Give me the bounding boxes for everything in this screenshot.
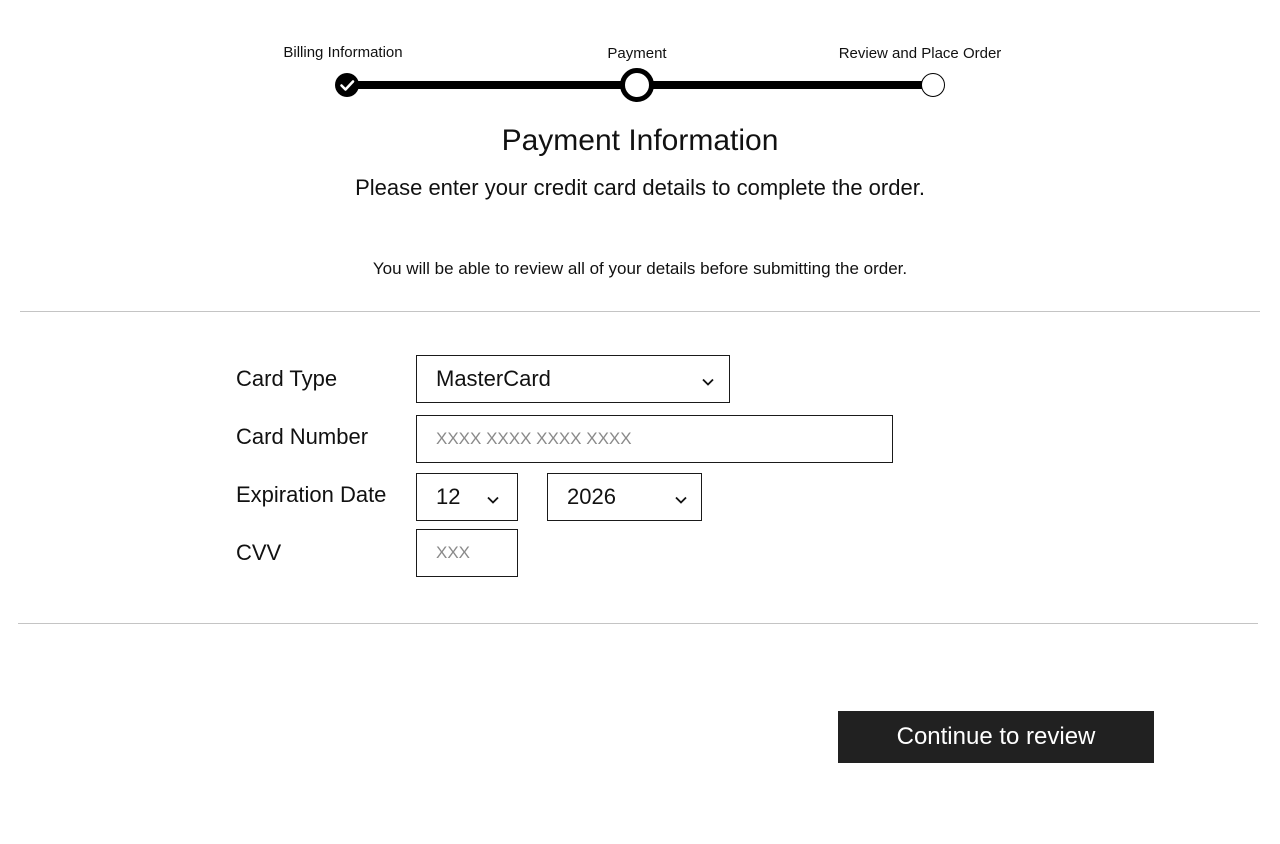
expiration-date-label: Expiration Date bbox=[236, 482, 387, 507]
card-number-input[interactable] bbox=[416, 415, 893, 463]
chevron-down-icon bbox=[675, 484, 687, 510]
divider-bottom bbox=[18, 623, 1258, 624]
chevron-down-icon bbox=[487, 484, 499, 510]
card-type-select[interactable]: MasterCard bbox=[416, 355, 730, 403]
step-label-billing: Billing Information bbox=[283, 44, 403, 61]
payment-page: Billing Information Payment Review and P… bbox=[0, 0, 1280, 844]
expiration-month-value: 12 bbox=[436, 484, 461, 509]
page-title: Payment Information bbox=[501, 124, 779, 157]
card-type-label: Card Type bbox=[236, 366, 338, 391]
card-number-label: Card Number bbox=[236, 424, 369, 449]
cvv-label: CVV bbox=[236, 540, 282, 565]
expiration-month-select[interactable]: 12 bbox=[416, 473, 518, 521]
step-label-payment: Payment bbox=[607, 45, 667, 62]
page-subtitle: Please enter your credit card details to… bbox=[355, 175, 925, 200]
card-type-value: MasterCard bbox=[436, 366, 551, 391]
divider-top bbox=[20, 311, 1260, 312]
expiration-year-value: 2026 bbox=[567, 484, 616, 509]
expiration-year-select[interactable]: 2026 bbox=[547, 473, 702, 521]
cvv-input[interactable] bbox=[416, 529, 518, 577]
step-label-review: Review and Place Order bbox=[838, 45, 1002, 62]
step-completed-check-icon bbox=[335, 73, 359, 97]
step-current-indicator bbox=[620, 68, 654, 102]
step-upcoming-indicator bbox=[921, 73, 945, 97]
chevron-down-icon bbox=[702, 366, 714, 392]
continue-to-review-button[interactable]: Continue to review bbox=[838, 711, 1154, 763]
review-note: You will be able to review all of your d… bbox=[372, 259, 908, 278]
